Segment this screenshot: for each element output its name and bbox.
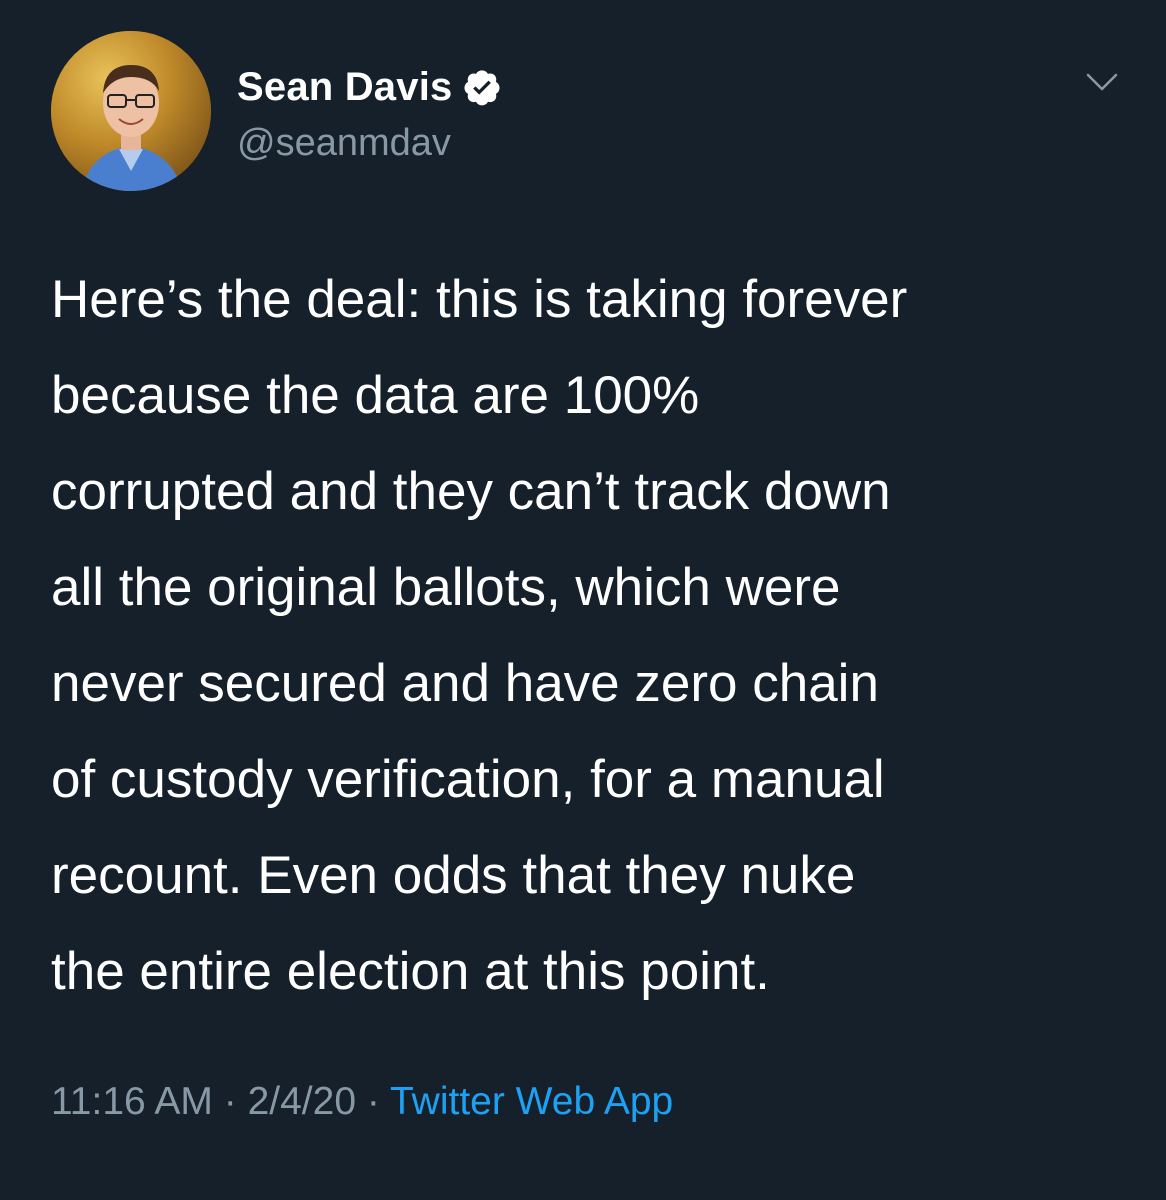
avatar-image (51, 31, 211, 191)
tweet-time[interactable]: 11:16 AM (51, 1080, 213, 1123)
tweet-text-line: all the original ballots, which were (51, 558, 841, 617)
tweet-text-line: Here’s the deal: this is taking forever (51, 270, 908, 329)
meta-separator: · (223, 1080, 237, 1123)
tweet-text-line: because the data are 100% (51, 366, 700, 425)
tweet-text-line: corrupted and they can’t track down (51, 462, 891, 521)
tweet-text-line: of custody verification, for a manual (51, 750, 885, 809)
tweet-source-link[interactable]: Twitter Web App (390, 1080, 673, 1123)
tweet-text: Here’s the deal: this is taking forever … (51, 252, 1131, 1020)
verified-badge-icon (462, 67, 502, 107)
tweet-card: Sean Davis @seanmdav Here’s the deal: th… (0, 0, 1166, 1200)
tweet-text-line: never secured and have zero chain (51, 654, 879, 713)
display-name[interactable]: Sean Davis (237, 65, 452, 110)
tweet-text-line: recount. Even odds that they nuke (51, 846, 856, 905)
tweet-meta: 11:16 AM · 2/4/20 · Twitter Web App (51, 1080, 673, 1124)
author-name-row[interactable]: Sean Davis (237, 62, 502, 112)
tweet-text-line: the entire election at this point. (51, 942, 770, 1001)
author-handle[interactable]: @seanmdav (237, 122, 451, 165)
avatar[interactable] (51, 31, 211, 191)
tweet-date[interactable]: 2/4/20 (248, 1080, 356, 1123)
meta-separator: · (366, 1080, 380, 1123)
chevron-down-icon[interactable] (1082, 62, 1122, 102)
